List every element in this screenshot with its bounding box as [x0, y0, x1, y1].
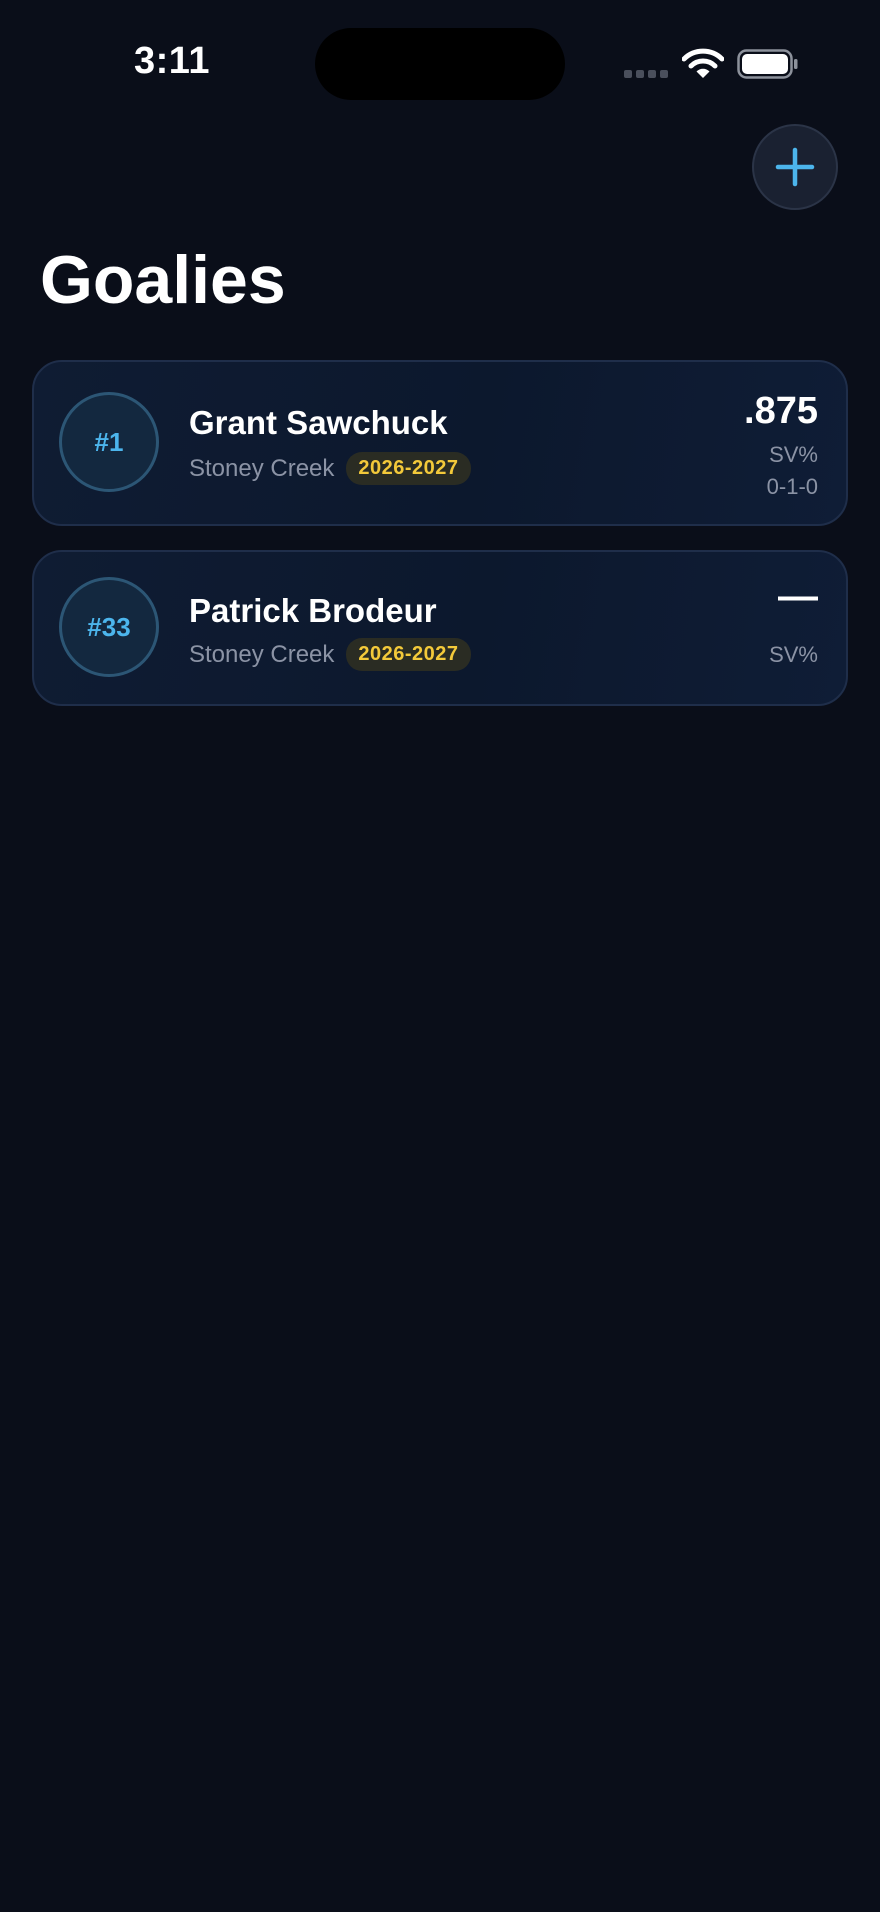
wifi-icon	[682, 48, 724, 78]
season-badge: 2026-2027	[346, 638, 471, 671]
goalie-meta: Stoney Creek 2026-2027	[189, 452, 471, 485]
save-percentage-value: .875	[744, 390, 818, 432]
jersey-number-badge: #1	[59, 392, 159, 492]
goalie-name: Grant Sawchuck	[189, 404, 448, 441]
battery-icon	[737, 49, 798, 79]
goalie-card[interactable]: #1 Grant Sawchuck Stoney Creek 2026-2027…	[32, 360, 848, 526]
win-loss-record: 0-1-0	[766, 474, 818, 499]
save-percentage-value: —	[778, 574, 818, 618]
team-name: Stoney Creek	[189, 454, 335, 482]
plus-icon	[775, 147, 815, 187]
goalie-card[interactable]: #33 Patrick Brodeur Stoney Creek 2026-20…	[32, 550, 848, 706]
page-title: Goalies	[40, 242, 286, 318]
goalie-meta: Stoney Creek 2026-2027	[189, 638, 471, 671]
jersey-number-badge: #33	[59, 577, 159, 677]
season-badge: 2026-2027	[346, 452, 471, 485]
cellular-signal-icon	[624, 70, 668, 78]
save-percentage-label: SV%	[769, 442, 818, 467]
status-bar-time: 3:11	[134, 40, 210, 82]
team-name: Stoney Creek	[189, 640, 335, 668]
dynamic-island	[315, 28, 565, 100]
add-goalie-button[interactable]	[752, 124, 838, 210]
goalie-name: Patrick Brodeur	[189, 592, 437, 629]
save-percentage-label: SV%	[769, 642, 818, 667]
